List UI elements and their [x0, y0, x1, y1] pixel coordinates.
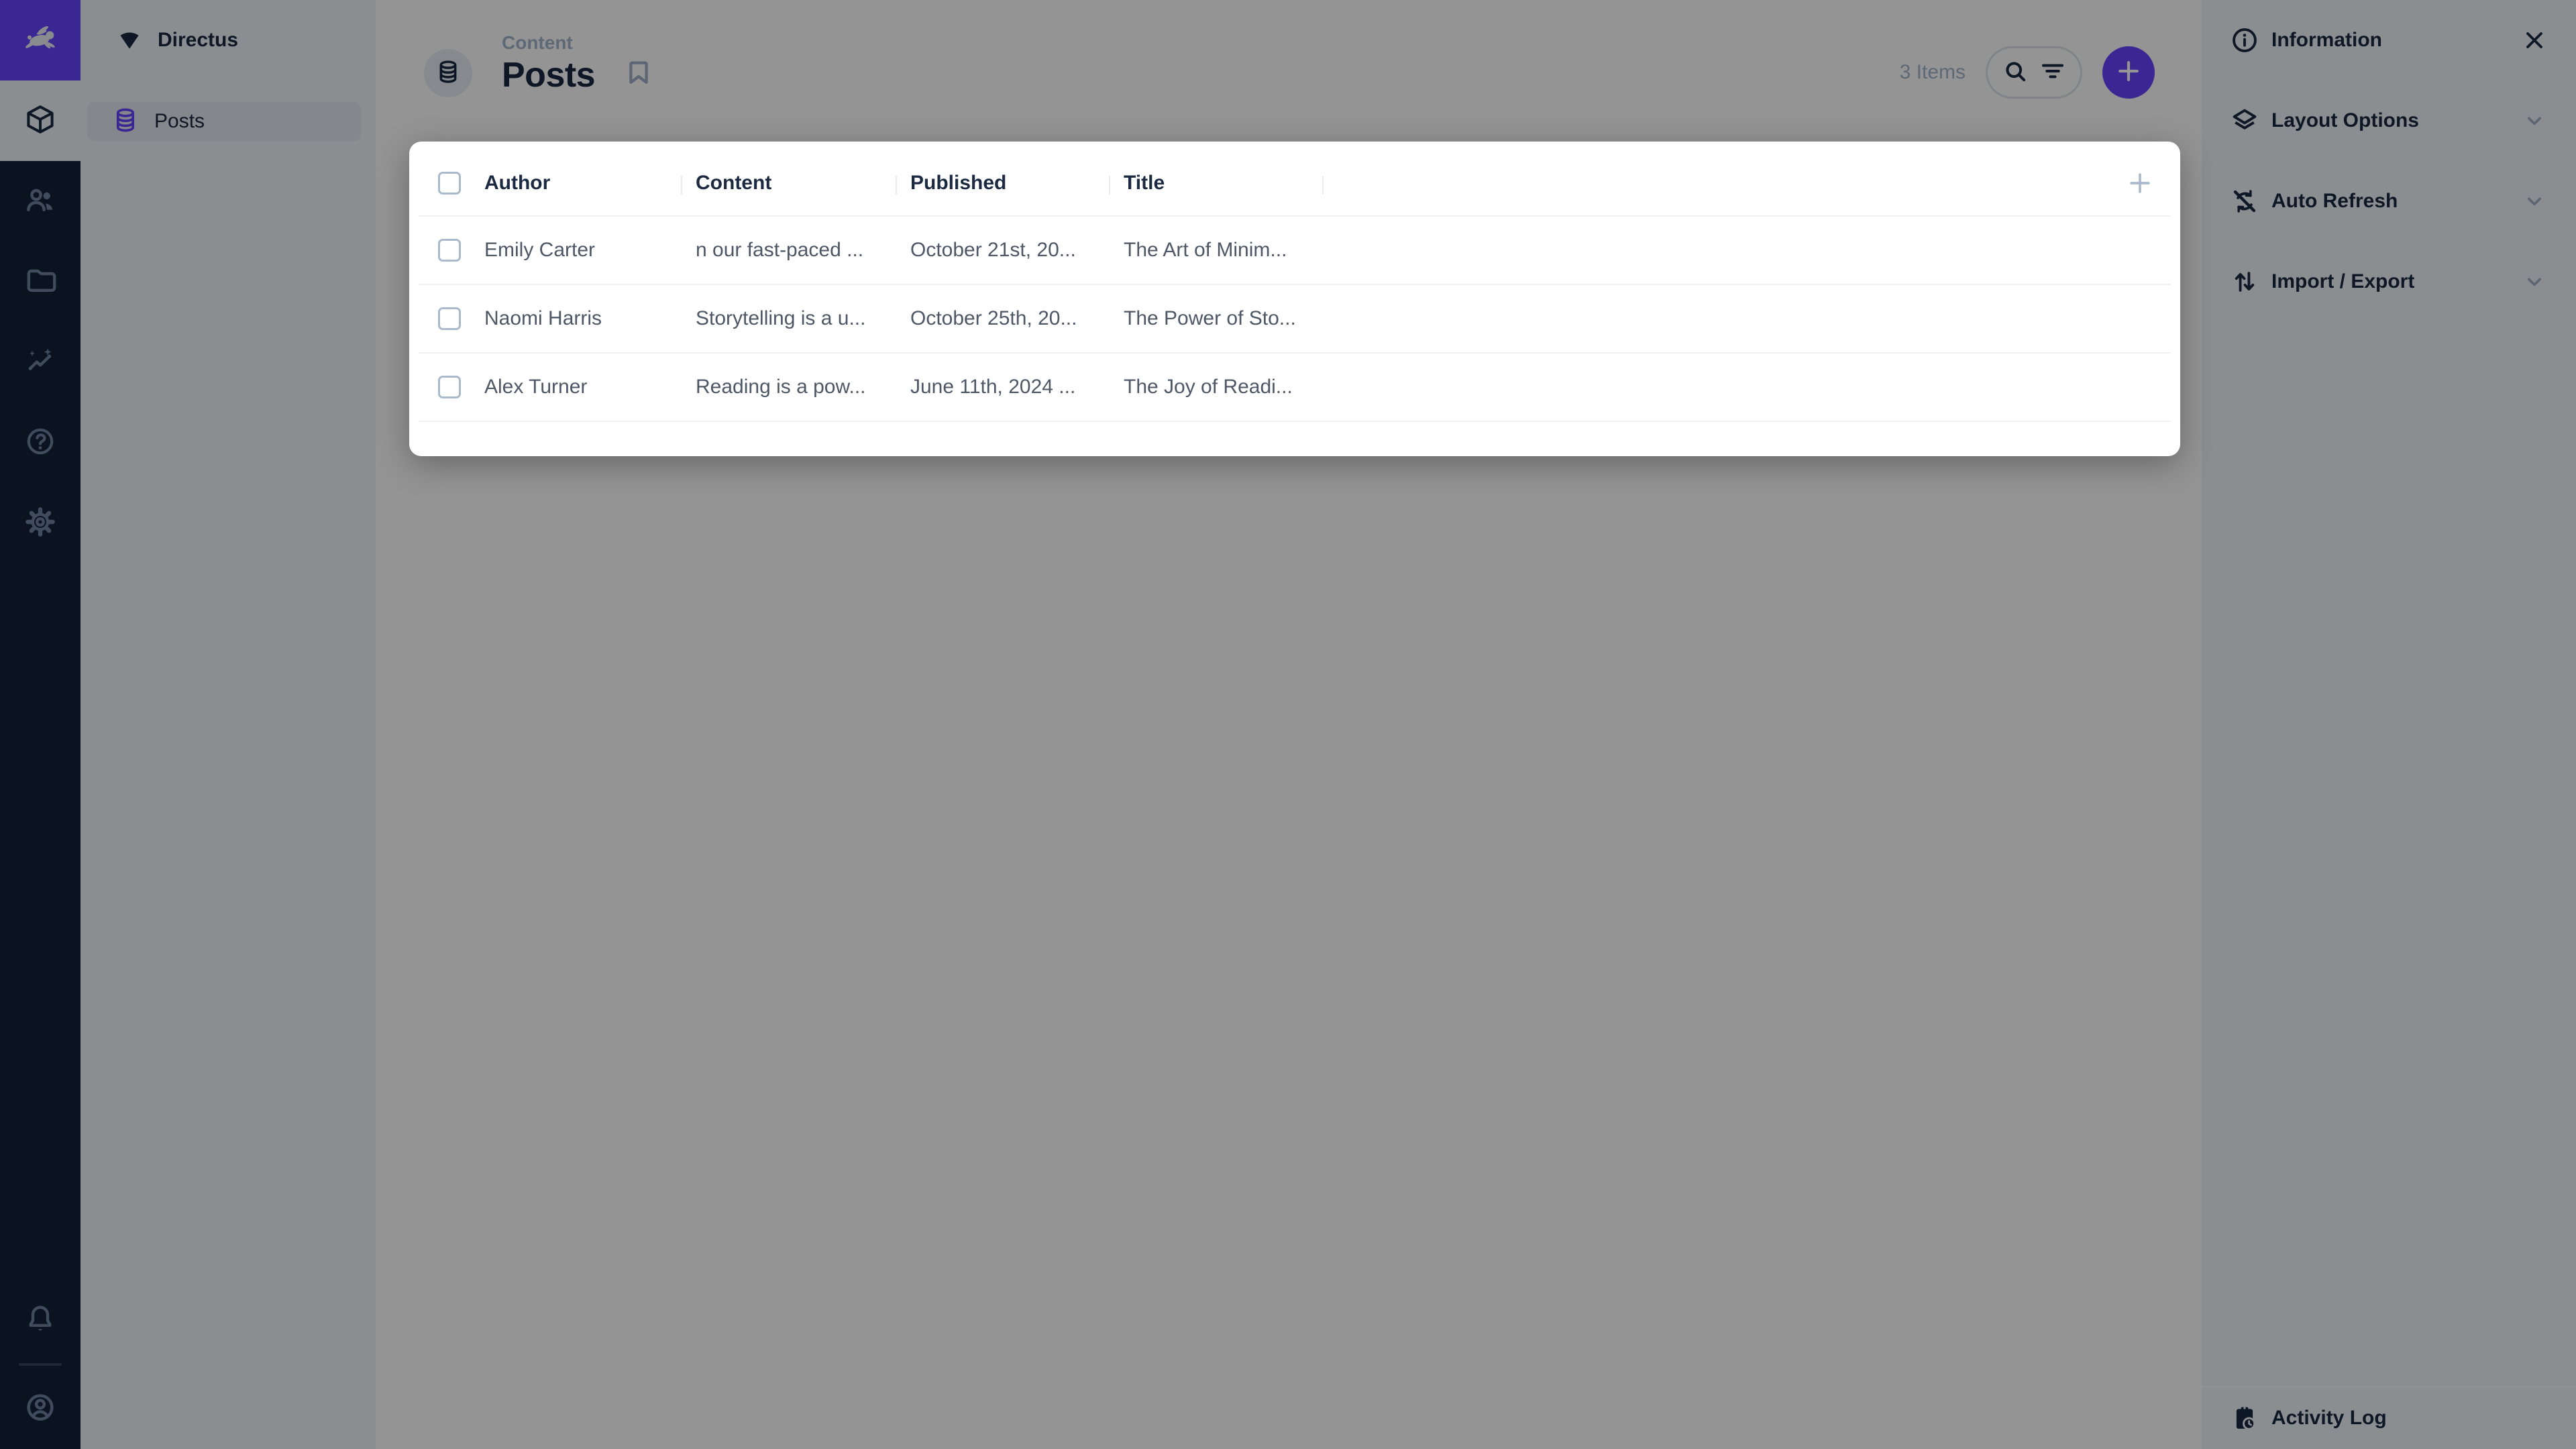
table-header-row: Author Content Published Title	[409, 151, 2180, 215]
row-checkbox[interactable]	[438, 239, 461, 262]
cell-title: The Art of Minim...	[1110, 239, 1324, 262]
column-header-published[interactable]: Published	[897, 172, 1110, 195]
cell-title: The Joy of Readi...	[1110, 376, 1324, 398]
directus-app: Directus Posts	[0, 0, 2576, 1449]
row-checkbox[interactable]	[438, 376, 461, 398]
select-all-cell	[409, 172, 471, 195]
items-table-card: Author Content Published Title Emily Car…	[409, 142, 2180, 456]
select-all-checkbox[interactable]	[438, 172, 461, 195]
cell-title: The Power of Sto...	[1110, 307, 1324, 330]
add-column-button[interactable]	[2125, 168, 2155, 198]
table-row[interactable]: Alex Turner Reading is a pow... June 11t…	[409, 354, 2180, 421]
plus-icon	[2125, 189, 2155, 201]
column-header-title[interactable]: Title	[1110, 172, 1324, 195]
cell-content: Storytelling is a u...	[682, 307, 897, 330]
cell-published: June 11th, 2024 ...	[897, 376, 1110, 398]
table-row[interactable]: Emily Carter n our fast-paced ... Octobe…	[409, 217, 2180, 284]
table-row[interactable]: Naomi Harris Storytelling is a u... Octo…	[409, 285, 2180, 352]
cell-published: October 25th, 20...	[897, 307, 1110, 330]
cell-author: Emily Carter	[471, 239, 682, 262]
column-header-content[interactable]: Content	[682, 172, 897, 195]
cell-author: Naomi Harris	[471, 307, 682, 330]
row-checkbox[interactable]	[438, 307, 461, 330]
cell-content: n our fast-paced ...	[682, 239, 897, 262]
cell-published: October 21st, 20...	[897, 239, 1110, 262]
cell-content: Reading is a pow...	[682, 376, 897, 398]
cell-author: Alex Turner	[471, 376, 682, 398]
row-divider	[419, 421, 2171, 422]
column-header-author[interactable]: Author	[471, 172, 682, 195]
